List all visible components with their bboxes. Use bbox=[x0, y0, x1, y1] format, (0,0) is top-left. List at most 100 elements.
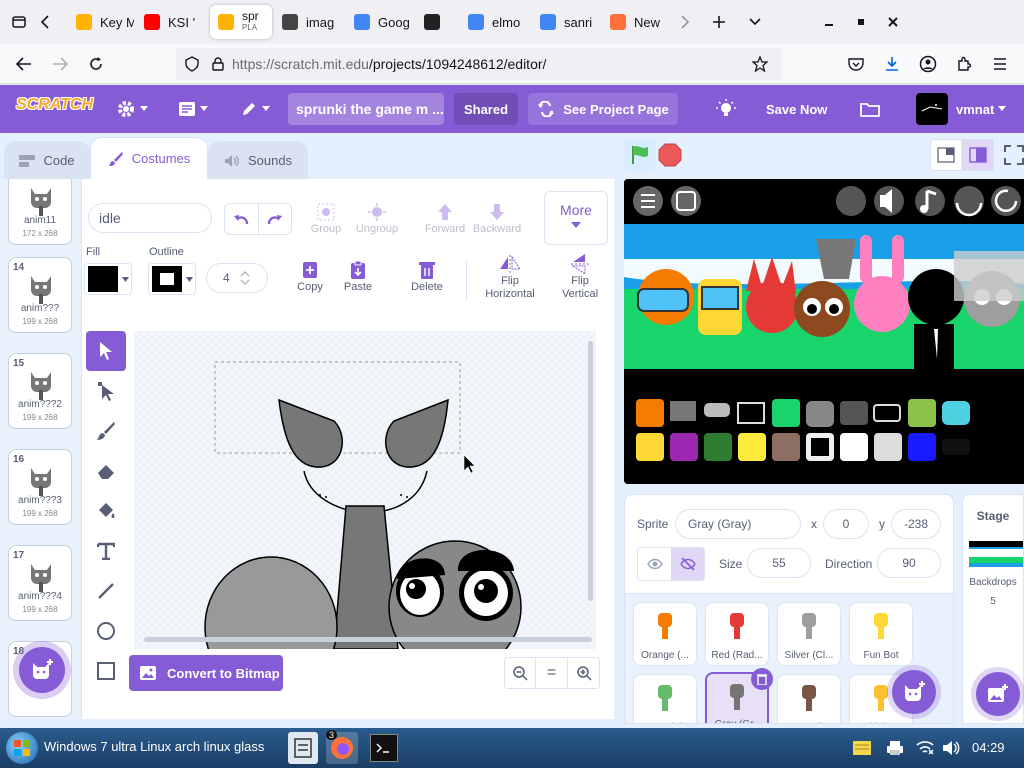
list-all-tabs-icon[interactable] bbox=[742, 7, 768, 37]
fill-color-picker[interactable] bbox=[84, 263, 132, 295]
add-sprite-button[interactable] bbox=[892, 670, 936, 714]
costume-item[interactable]: 16 anim???3 199 x 268 bbox=[8, 449, 72, 525]
delete-sprite-button[interactable] bbox=[751, 668, 773, 690]
forward-button[interactable]: Forward bbox=[420, 201, 470, 235]
hide-sprite-button[interactable] bbox=[671, 548, 704, 580]
see-project-page-button[interactable]: See Project Page bbox=[528, 93, 678, 125]
browser-tab[interactable]: elmo bbox=[460, 5, 530, 39]
eraser-tool[interactable] bbox=[86, 451, 126, 491]
large-stage-button[interactable] bbox=[962, 139, 994, 171]
add-costume-button[interactable] bbox=[19, 647, 65, 693]
settings-menu[interactable] bbox=[116, 85, 148, 133]
costume-item[interactable]: 15 anim???2 199 x 268 bbox=[8, 353, 72, 429]
address-bar[interactable]: https://scratch.mit.edu/projects/1094248… bbox=[176, 48, 782, 80]
group-button[interactable]: Group bbox=[306, 201, 346, 235]
taskbar-app-terminal[interactable] bbox=[370, 734, 398, 762]
backward-button[interactable]: Backward bbox=[470, 201, 524, 235]
brush-tool[interactable] bbox=[86, 411, 126, 451]
add-backdrop-button[interactable] bbox=[976, 672, 1020, 716]
shared-button[interactable]: Shared bbox=[454, 93, 518, 125]
outline-width-input[interactable]: 4 bbox=[206, 263, 268, 293]
sprite-tile[interactable]: Orange (... bbox=[633, 602, 697, 666]
save-now-button[interactable]: Save Now bbox=[766, 85, 827, 133]
flip-horizontal-button[interactable]: Flip Horizontal bbox=[480, 253, 540, 301]
stop-button[interactable] bbox=[658, 143, 682, 167]
text-tool[interactable] bbox=[86, 531, 126, 571]
undo-button[interactable] bbox=[225, 204, 258, 234]
select-tool[interactable] bbox=[86, 331, 126, 371]
padlock-icon[interactable] bbox=[212, 57, 224, 71]
circle-tool[interactable] bbox=[86, 611, 126, 651]
sprite-tile[interactable]: Green (Vi... bbox=[633, 674, 697, 723]
fill-tool[interactable] bbox=[86, 491, 126, 531]
reshape-tool[interactable] bbox=[86, 371, 126, 411]
browser-tab[interactable]: KSI ' bbox=[136, 5, 208, 39]
scroll-tabs-left-icon[interactable] bbox=[32, 7, 58, 37]
costume-item[interactable]: 14 anim??? 199 x 268 bbox=[8, 257, 72, 333]
browser-tab[interactable] bbox=[416, 5, 458, 39]
tab-overview-icon[interactable] bbox=[6, 7, 32, 37]
app-menu-icon[interactable] bbox=[988, 52, 1012, 76]
minimize-icon[interactable] bbox=[816, 7, 842, 37]
network-tray-icon[interactable] bbox=[916, 740, 934, 756]
my-stuff-folder-icon[interactable] bbox=[860, 85, 880, 133]
flip-vertical-button[interactable]: Flip Vertical bbox=[556, 253, 604, 301]
paint-canvas[interactable] bbox=[134, 331, 596, 649]
printer-tray-icon[interactable] bbox=[886, 740, 904, 756]
sprite-name-input[interactable]: Gray (Gray) bbox=[675, 509, 801, 539]
show-sprite-button[interactable] bbox=[638, 548, 671, 580]
start-button[interactable] bbox=[6, 732, 38, 764]
redo-button[interactable] bbox=[257, 204, 292, 234]
sprite-tile[interactable]: Brown (b... bbox=[777, 674, 841, 723]
browser-tab[interactable]: Key M bbox=[68, 5, 134, 39]
small-stage-button[interactable] bbox=[930, 139, 962, 171]
extensions-icon[interactable] bbox=[952, 52, 976, 76]
browser-tab[interactable]: Goog bbox=[346, 5, 414, 39]
y-position-input[interactable]: -238 bbox=[891, 509, 941, 539]
paste-button[interactable]: Paste bbox=[338, 259, 378, 293]
sprite-tile[interactable]: Fun Bot bbox=[849, 602, 913, 666]
file-menu[interactable] bbox=[178, 85, 208, 133]
costume-item[interactable]: 17 anim???4 199 x 268 bbox=[8, 545, 72, 621]
zoom-out-button[interactable] bbox=[504, 657, 536, 689]
browser-tab[interactable]: imag bbox=[274, 5, 344, 39]
zoom-in-button[interactable] bbox=[568, 657, 600, 689]
scratch-logo[interactable]: SCRATCH bbox=[16, 96, 93, 114]
bookmark-star-icon[interactable] bbox=[752, 56, 768, 72]
maximize-icon[interactable] bbox=[848, 7, 874, 37]
tab-code[interactable]: Code bbox=[4, 141, 90, 179]
copy-button[interactable]: Copy bbox=[290, 259, 330, 293]
volume-tray-icon[interactable] bbox=[942, 740, 960, 756]
notes-tray-icon[interactable] bbox=[852, 740, 872, 756]
green-flag-button[interactable] bbox=[624, 139, 656, 171]
stage-canvas[interactable] bbox=[624, 179, 1024, 484]
ungroup-button[interactable]: Ungroup bbox=[352, 201, 402, 235]
browser-tab[interactable]: sanri bbox=[532, 5, 600, 39]
reload-icon[interactable] bbox=[84, 52, 108, 76]
site-permissions-icon[interactable] bbox=[184, 56, 200, 72]
size-input[interactable]: 55 bbox=[747, 548, 811, 578]
project-title-input[interactable]: sprunki the game m ... bbox=[288, 93, 444, 125]
browser-tab[interactable]: spr PLA bbox=[210, 5, 272, 39]
sprite-tile[interactable]: Red (Rad... bbox=[705, 602, 769, 666]
account-menu[interactable]: vmnat bbox=[916, 85, 1007, 133]
fullscreen-icon[interactable] bbox=[1004, 145, 1024, 165]
downloads-icon[interactable] bbox=[880, 52, 904, 76]
zoom-reset-button[interactable]: = bbox=[536, 657, 568, 689]
browser-tab[interactable]: New bbox=[602, 5, 668, 39]
scroll-tabs-right-icon[interactable] bbox=[672, 7, 698, 37]
pocket-icon[interactable] bbox=[844, 52, 868, 76]
back-arrow-icon[interactable] bbox=[12, 52, 36, 76]
costume-name-input[interactable]: idle bbox=[88, 203, 212, 233]
costume-item[interactable]: anim11 172 x 268 bbox=[8, 179, 72, 245]
rectangle-tool[interactable] bbox=[86, 651, 126, 691]
sprite-tile[interactable]: Silver (Cl... bbox=[777, 602, 841, 666]
forward-arrow-icon[interactable] bbox=[48, 52, 72, 76]
tab-costumes[interactable]: Costumes bbox=[90, 137, 208, 179]
taskbar-app-firefox[interactable]: 3 bbox=[326, 730, 358, 764]
turbo-mode-icon[interactable] bbox=[716, 85, 736, 133]
more-button[interactable]: More bbox=[544, 191, 608, 245]
delete-button[interactable]: Delete bbox=[406, 259, 448, 293]
tab-sounds[interactable]: Sounds bbox=[208, 141, 308, 179]
stepper-arrows-icon[interactable] bbox=[240, 271, 250, 285]
